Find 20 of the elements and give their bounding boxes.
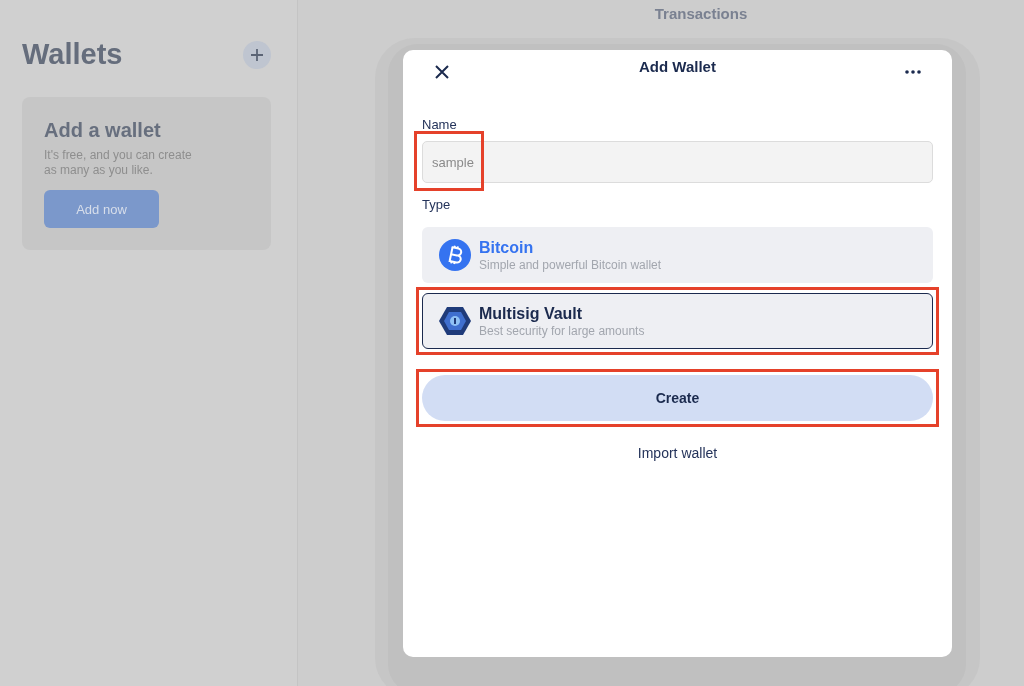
create-button[interactable]: Create xyxy=(422,375,933,421)
option-title: Multisig Vault xyxy=(479,304,584,323)
vault-icon xyxy=(439,305,471,337)
wallet-type-option[interactable]: Bitcoin Simple and powerful Bitcoin wallet xyxy=(422,227,933,283)
option-title: Bitcoin xyxy=(479,238,535,257)
card-title: Add a wallet xyxy=(44,119,162,142)
close-icon xyxy=(434,64,450,80)
more-icon xyxy=(905,70,921,74)
transactions-title: Transactions xyxy=(654,5,748,22)
name-label: Name xyxy=(422,117,458,132)
import-wallet-link[interactable]: Import wallet xyxy=(637,445,718,461)
add-wallet-button[interactable] xyxy=(243,40,271,69)
option-subtitle: Simple and powerful Bitcoin wallet xyxy=(479,257,662,272)
dialog-title: Add Wallet xyxy=(639,57,716,75)
option-subtitle: Best security for large amounts xyxy=(479,323,645,338)
plus-icon xyxy=(250,47,264,62)
wallets-title: Wallets xyxy=(22,38,123,71)
bitcoin-icon xyxy=(439,239,471,271)
type-label: Type xyxy=(422,197,452,212)
wallet-type-option[interactable]: Multisig Vault Best security for large amounts xyxy=(422,293,933,349)
